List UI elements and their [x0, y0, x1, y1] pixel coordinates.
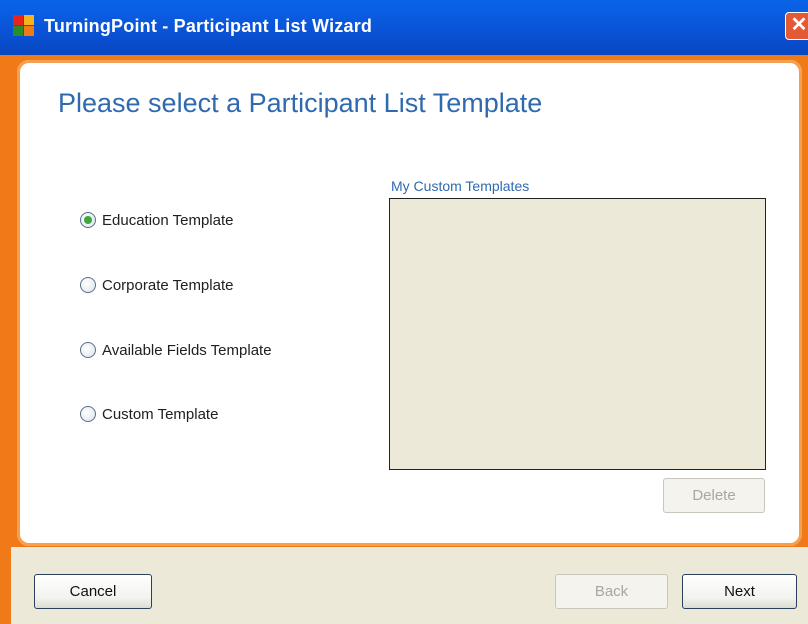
radio-unselected-icon[interactable]: [80, 277, 96, 293]
window-title: TurningPoint - Participant List Wizard: [44, 16, 373, 36]
cancel-button[interactable]: Cancel: [34, 574, 152, 609]
custom-templates-label: My Custom Templates: [391, 178, 530, 194]
radio-unselected-icon[interactable]: [80, 342, 96, 358]
delete-button[interactable]: Delete: [663, 478, 765, 513]
close-icon[interactable]: ✕: [785, 12, 808, 40]
radio-custom-template[interactable]: Custom Template: [80, 403, 218, 425]
radio-label: Custom Template: [102, 405, 219, 423]
radio-corporate-template[interactable]: Corporate Template: [80, 274, 233, 296]
page-title: Please select a Participant List Templat…: [58, 88, 543, 118]
radio-label: Education Template: [102, 211, 234, 229]
turningpoint-logo-icon: [13, 15, 35, 37]
radio-label: Available Fields Template: [102, 341, 272, 359]
radio-selected-icon[interactable]: [80, 212, 96, 228]
next-button[interactable]: Next: [682, 574, 797, 609]
title-bar: TurningPoint - Participant List Wizard ✕: [0, 0, 808, 55]
radio-available-fields-template[interactable]: Available Fields Template: [80, 339, 272, 361]
back-button[interactable]: Back: [555, 574, 668, 609]
radio-label: Corporate Template: [102, 276, 234, 294]
radio-education-template[interactable]: Education Template: [80, 209, 233, 231]
custom-templates-list[interactable]: [389, 198, 766, 470]
wizard-window: TurningPoint - Participant List Wizard ✕…: [0, 0, 808, 624]
radio-unselected-icon[interactable]: [80, 406, 96, 422]
